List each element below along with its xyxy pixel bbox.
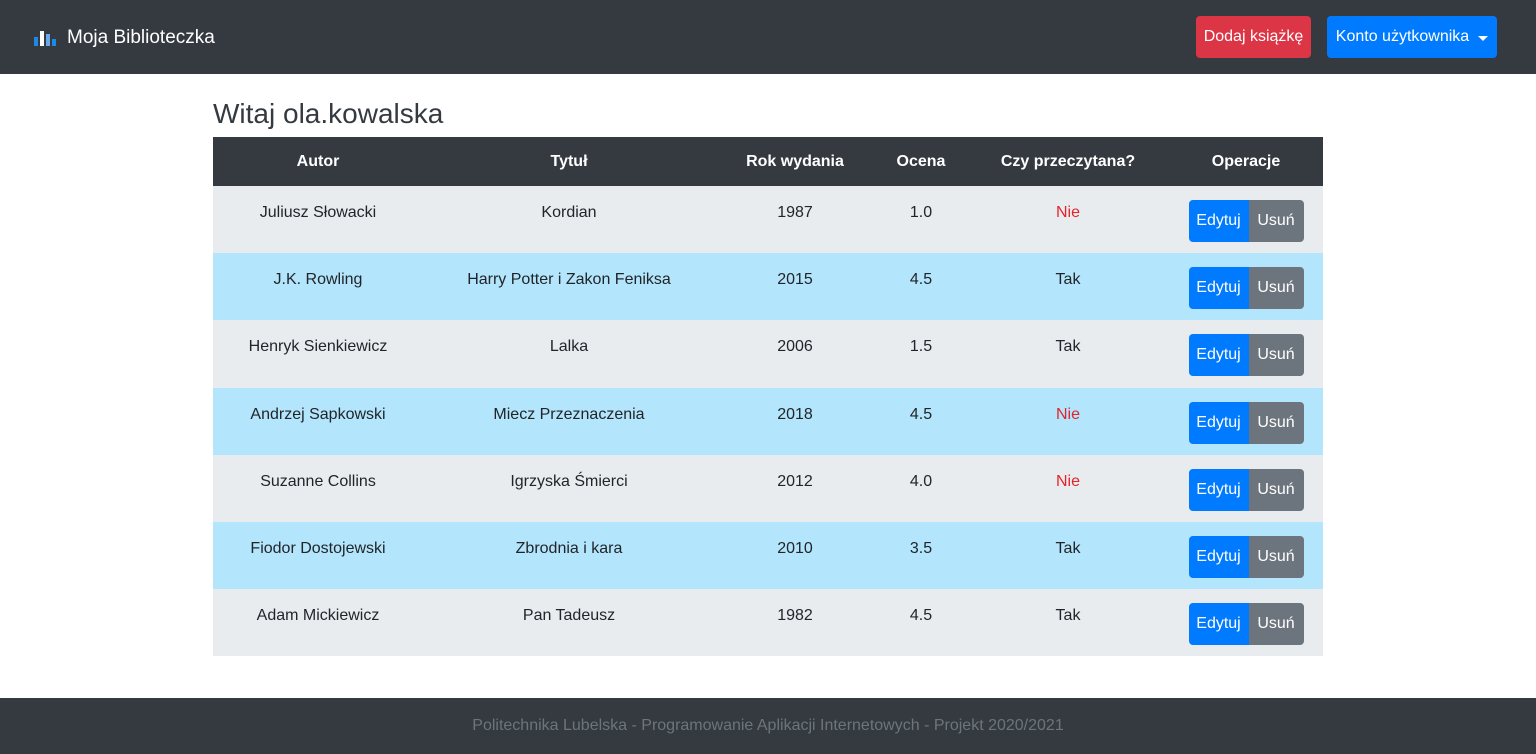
- delete-button[interactable]: Usuń: [1248, 535, 1304, 578]
- cell-year: 2018: [777, 405, 813, 423]
- cell-title: Igrzyska Śmierci: [510, 472, 628, 490]
- cell-rating: 4.5: [909, 405, 933, 423]
- delete-button[interactable]: Usuń: [1248, 401, 1304, 444]
- cell-title: Miecz Przeznaczenia: [493, 405, 645, 423]
- table-row: Fiodor Dostojewski Zbrodnia i kara 2010 …: [213, 521, 1323, 590]
- cell-year: 1987: [777, 204, 813, 221]
- delete-button[interactable]: Usuń: [1248, 334, 1304, 377]
- cell-operations: Edytuj Usuń: [1169, 388, 1323, 455]
- table-row: J.K. Rowling Harry Potter i Zakon Feniks…: [213, 253, 1323, 321]
- table-row: Henryk Sienkiewicz Lalka 2006 1.5 Tak Ed…: [213, 320, 1323, 388]
- add-book-button[interactable]: Dodaj książkę: [1196, 16, 1311, 58]
- table-row: Andrzej Sapkowski Miecz Przeznaczenia 20…: [213, 387, 1323, 455]
- row-actions: Edytuj Usuń: [1188, 603, 1304, 646]
- cell-author: Suzanne Collins: [260, 472, 376, 490]
- edit-button[interactable]: Edytuj: [1188, 334, 1249, 377]
- footer-text: Politechnika Lubelska - Programowanie Ap…: [472, 717, 1064, 734]
- cell-operations: Edytuj Usuń: [1169, 589, 1323, 656]
- brand-name: Moja Biblioteczka: [67, 27, 215, 48]
- table-row: Juliusz Słowacki Kordian 1987 1.0 Nie Ed…: [213, 186, 1323, 254]
- cell-read-status: Nie: [1055, 405, 1080, 423]
- header-read-status: Czy przeczytana?: [1000, 152, 1136, 170]
- cell-rating: 4.5: [909, 607, 933, 625]
- cell-author: Andrzej Sapkowski: [250, 405, 386, 423]
- brand-link[interactable]: Moja Biblioteczka: [34, 25, 215, 51]
- cell-operations: Edytuj Usuń: [1169, 455, 1323, 522]
- page-footer: Politechnika Lubelska - Programowanie Ap…: [0, 698, 1536, 754]
- table-header-row: Autor Tytuł Rok wydania Ocena Czy przecz…: [213, 137, 1323, 186]
- edit-button[interactable]: Edytuj: [1188, 401, 1249, 444]
- row-actions: Edytuj Usuń: [1188, 200, 1304, 242]
- row-actions: Edytuj Usuń: [1188, 535, 1304, 578]
- delete-button[interactable]: Usuń: [1248, 267, 1304, 310]
- cell-rating: 4.5: [909, 271, 933, 289]
- cell-operations: Edytuj Usuń: [1169, 320, 1323, 387]
- cell-year: 2012: [777, 472, 813, 490]
- cell-author: Fiodor Dostojewski: [250, 539, 386, 557]
- cell-read-status: Tak: [1055, 338, 1081, 356]
- cell-read-status: Tak: [1055, 271, 1081, 289]
- row-actions: Edytuj Usuń: [1188, 334, 1304, 377]
- cell-read-status: Nie: [1055, 472, 1080, 490]
- cell-rating: 1.5: [909, 338, 933, 356]
- caret-down-icon: [1478, 35, 1489, 41]
- cell-read-status: Nie: [1055, 204, 1080, 221]
- cell-read-status: Tak: [1055, 607, 1081, 625]
- header-author: Autor: [296, 152, 340, 170]
- cell-operations: Edytuj Usuń: [1169, 186, 1323, 253]
- cell-author: Juliusz Słowacki: [259, 204, 377, 221]
- cell-rating: 3.5: [909, 539, 933, 557]
- table-row: Adam Mickiewicz Pan Tadeusz 1982 4.5 Tak…: [213, 589, 1323, 657]
- cell-operations: Edytuj Usuń: [1169, 253, 1323, 320]
- cell-title: Kordian: [541, 204, 597, 221]
- row-actions: Edytuj Usuń: [1188, 401, 1304, 444]
- row-actions: Edytuj Usuń: [1188, 468, 1304, 511]
- bar-chart-icon: [34, 30, 60, 46]
- cell-year: 1982: [777, 607, 813, 625]
- header-operations: Operacje: [1211, 152, 1281, 170]
- cell-year: 2006: [777, 338, 813, 356]
- row-actions: Edytuj Usuń: [1188, 267, 1304, 310]
- edit-button[interactable]: Edytuj: [1188, 468, 1249, 511]
- header-year: Rok wydania: [746, 152, 844, 170]
- cell-year: 2010: [777, 539, 813, 557]
- delete-button[interactable]: Usuń: [1248, 468, 1304, 511]
- cell-author: J.K. Rowling: [273, 271, 363, 289]
- cell-author: Adam Mickiewicz: [256, 607, 380, 625]
- top-navbar: Moja Biblioteczka Dodaj książkę Konto uż…: [0, 0, 1536, 74]
- header-title: Tytuł: [550, 152, 588, 170]
- cell-title: Pan Tadeusz: [522, 607, 616, 625]
- cell-title: Lalka: [549, 338, 589, 356]
- user-account-label: Konto użytkownika: [1335, 28, 1470, 45]
- delete-button[interactable]: Usuń: [1248, 200, 1304, 242]
- delete-button[interactable]: Usuń: [1248, 603, 1304, 646]
- user-account-dropdown[interactable]: Konto użytkownika: [1327, 16, 1497, 58]
- cell-year: 2015: [777, 271, 813, 289]
- cell-title: Harry Potter i Zakon Feniksa: [467, 271, 671, 289]
- edit-button[interactable]: Edytuj: [1188, 267, 1249, 310]
- edit-button[interactable]: Edytuj: [1188, 200, 1249, 242]
- page-title: Witaj ola.kowalska: [213, 98, 444, 129]
- edit-button[interactable]: Edytuj: [1188, 535, 1249, 578]
- cell-author: Henryk Sienkiewicz: [248, 338, 388, 356]
- cell-read-status: Tak: [1055, 539, 1081, 557]
- cell-operations: Edytuj Usuń: [1169, 522, 1323, 589]
- cell-rating: 4.0: [909, 472, 933, 490]
- cell-title: Zbrodnia i kara: [515, 539, 623, 557]
- edit-button[interactable]: Edytuj: [1188, 603, 1249, 646]
- table-row: Suzanne Collins Igrzyska Śmierci 2012 4.…: [213, 454, 1323, 522]
- books-table: Autor Tytuł Rok wydania Ocena Czy przecz…: [213, 137, 1323, 657]
- header-rating: Ocena: [896, 152, 946, 170]
- cell-rating: 1.0: [909, 204, 933, 221]
